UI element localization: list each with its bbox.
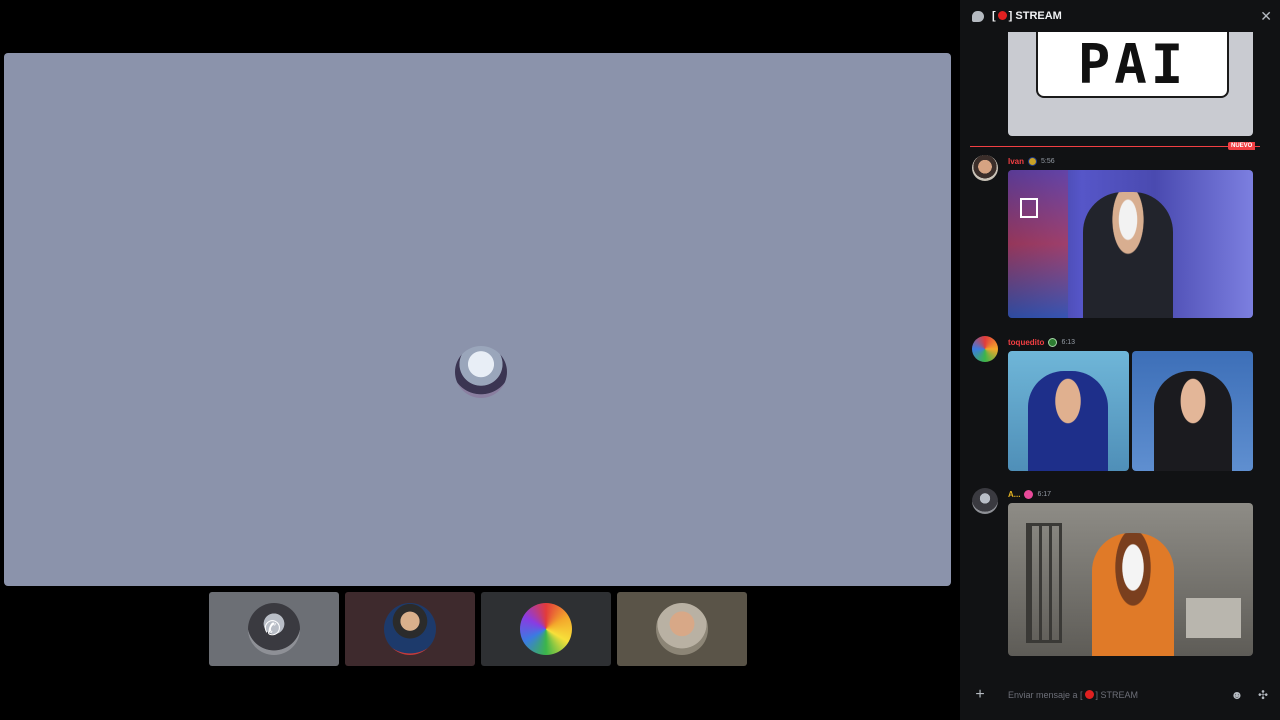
- username[interactable]: toquedito: [1008, 338, 1044, 347]
- shield-badge-icon: [1028, 157, 1038, 166]
- participant-strip: ✆: [209, 592, 747, 666]
- timestamp: 6:13: [1061, 339, 1076, 346]
- participant-tile-2[interactable]: [345, 592, 475, 666]
- heart-badge-icon: [1024, 490, 1034, 499]
- call-stage: ✆: [0, 0, 955, 720]
- person-figure: [1092, 533, 1174, 656]
- participant-tile-3[interactable]: [481, 592, 611, 666]
- participant-tile-1[interactable]: ✆: [209, 592, 339, 666]
- plus-icon[interactable]: +: [970, 686, 990, 704]
- red-circle-icon: [1084, 690, 1094, 699]
- message-header: A... 6:17: [1008, 490, 1051, 499]
- channel-title: [] STREAM: [992, 10, 1062, 22]
- timestamp: 6:17: [1037, 491, 1052, 498]
- shield-badge-icon: [1048, 338, 1058, 347]
- message-header: Ivan 5:56: [1008, 157, 1055, 166]
- message-image[interactable]: [1008, 170, 1253, 318]
- red-circle-icon: [997, 11, 1007, 20]
- username[interactable]: Ivan: [1008, 157, 1024, 166]
- person-figure: [1154, 371, 1232, 471]
- new-badge: NUEVO: [1228, 142, 1256, 150]
- person-figure: [1028, 371, 1108, 471]
- avatar[interactable]: [972, 155, 998, 181]
- message-composer: + Enviar mensaje a [] STREAM ☻ ✣: [970, 680, 1270, 710]
- poster-wall: [1008, 170, 1068, 318]
- plate-text: PAI: [1036, 32, 1229, 98]
- message-input[interactable]: Enviar mensaje a [] STREAM: [1008, 690, 1218, 700]
- apps-icon[interactable]: ✣: [1256, 688, 1270, 702]
- participant-avatar: [520, 603, 572, 655]
- avatar[interactable]: [972, 336, 998, 362]
- message-list[interactable]: PAI NUEVO Ivan 5:56 toquedito 6:13 A... …: [960, 32, 1280, 670]
- participant-avatar: [384, 603, 436, 655]
- chat-bubble-icon: [972, 10, 984, 22]
- participant-tile-4[interactable]: [617, 592, 747, 666]
- bed: [1186, 598, 1241, 638]
- streamer-figure: [1083, 192, 1173, 318]
- emoji-icon[interactable]: ☻: [1230, 688, 1244, 702]
- main-video-tile[interactable]: [4, 53, 951, 586]
- chat-header: [] STREAM ✕: [960, 0, 1280, 32]
- timestamp: 5:56: [1041, 158, 1055, 165]
- message-header: toquedito 6:13: [1008, 338, 1075, 347]
- participant-avatar: [656, 603, 708, 655]
- close-icon[interactable]: ✕: [1260, 8, 1272, 25]
- avatar[interactable]: [972, 488, 998, 514]
- cell-door: [1026, 523, 1062, 643]
- phone-icon: ✆: [264, 618, 281, 640]
- message-image[interactable]: PAI: [1008, 32, 1253, 136]
- chat-panel: [] STREAM ✕ PAI NUEVO Ivan 5:56 toquedit…: [960, 0, 1280, 720]
- message-image[interactable]: [1008, 503, 1253, 656]
- message-image-right[interactable]: [1132, 351, 1253, 471]
- new-messages-divider: [970, 146, 1260, 147]
- logo-mark: [1020, 198, 1038, 218]
- username[interactable]: A...: [1008, 490, 1020, 499]
- main-avatar: [455, 346, 507, 398]
- message-image-left[interactable]: [1008, 351, 1129, 471]
